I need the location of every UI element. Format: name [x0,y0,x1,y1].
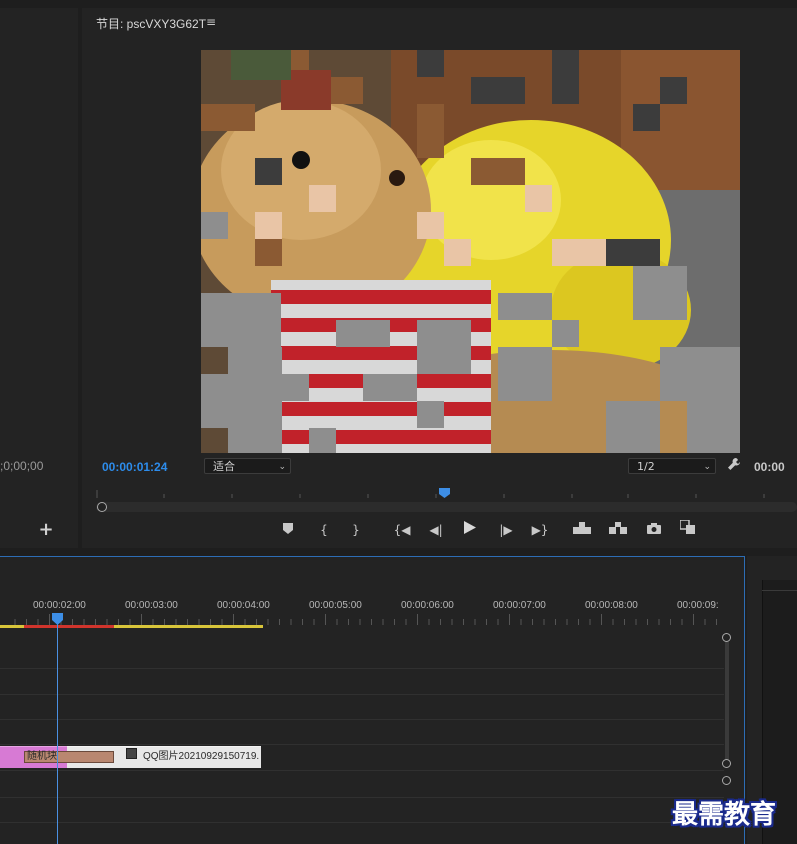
ruler-label: 00:00:06:00 [401,600,454,611]
chevron-down-icon: ⌄ [703,462,711,472]
audio-meter-header [762,580,797,591]
ruler-label: 00:00:09: [677,600,719,611]
scrollbar-handle[interactable] [722,633,731,642]
playback-resolution-value: 1/2 [637,460,655,473]
track-divider [0,822,724,823]
effect-label: 随机块 [27,751,57,762]
zoom-level-select[interactable]: 适合 ⌄ [204,458,291,474]
lift-icon[interactable] [572,520,592,540]
track-divider [0,744,724,745]
playhead-timecode[interactable]: 00:00:01:24 [102,460,167,474]
ruler-label: 00:00:04:00 [217,600,270,611]
mark-in-icon[interactable]: { [314,520,334,540]
scrollbar-handle[interactable] [722,759,731,768]
track-divider [0,694,724,695]
program-monitor-title[interactable]: 节目: pscVXY3G62T [96,15,206,32]
image-clip-icon [126,748,137,759]
track-divider [0,719,724,720]
video-frame-image [201,50,740,453]
ruler-label: 00:00:07:00 [493,600,546,611]
step-back-icon[interactable]: ◀| [426,520,446,540]
timeline-playhead-line[interactable] [57,618,58,844]
camera-icon[interactable] [644,520,664,540]
play-icon[interactable] [460,520,480,540]
monitor-playhead[interactable] [439,488,450,498]
track-divider [0,770,724,771]
ruler-label: 00:00:03:00 [125,600,178,611]
render-status-bar [24,625,114,628]
step-forward-icon[interactable]: |▶ [496,520,516,540]
timeline-time-ruler[interactable] [0,612,725,626]
hamburger-icon[interactable]: ≡ [206,15,216,29]
chevron-down-icon: ⌄ [278,462,286,472]
program-video-frame [201,50,740,453]
add-button[interactable]: + [38,521,54,539]
scrollbar-handle[interactable] [722,776,731,785]
scrollbar-handle[interactable] [97,502,107,512]
vertical-scrollbar[interactable] [725,641,729,761]
track-divider [0,797,724,798]
track-divider [0,668,724,669]
timeline-playhead[interactable] [52,613,63,625]
playback-resolution-select[interactable]: 1/2 ⌄ [628,458,716,474]
marker-icon[interactable] [278,520,298,540]
ruler-label: 00:00:05:00 [309,600,362,611]
clip-name-label: QQ图片20210929150719. [143,751,260,762]
wrench-icon[interactable] [727,457,743,473]
ruler-label: 00:00:08:00 [585,600,638,611]
source-timecode[interactable]: ;0;00;00 [0,459,43,473]
transport-controls: { } {◀ ◀| |▶ ▶} [270,519,710,542]
go-to-out-icon[interactable]: ▶} [530,520,550,540]
zoom-level-value: 适合 [213,460,235,473]
compare-icon[interactable] [678,519,698,540]
go-to-in-icon[interactable]: {◀ [392,520,412,540]
watermark-logo: 最需教育 [672,800,777,830]
extract-icon[interactable] [608,520,628,540]
ruler-label: 00:00:02:00 [33,600,86,611]
monitor-zoom-scrollbar[interactable] [96,502,797,512]
mark-out-icon[interactable]: } [346,520,366,540]
duration-timecode: 00:00 [754,460,785,474]
